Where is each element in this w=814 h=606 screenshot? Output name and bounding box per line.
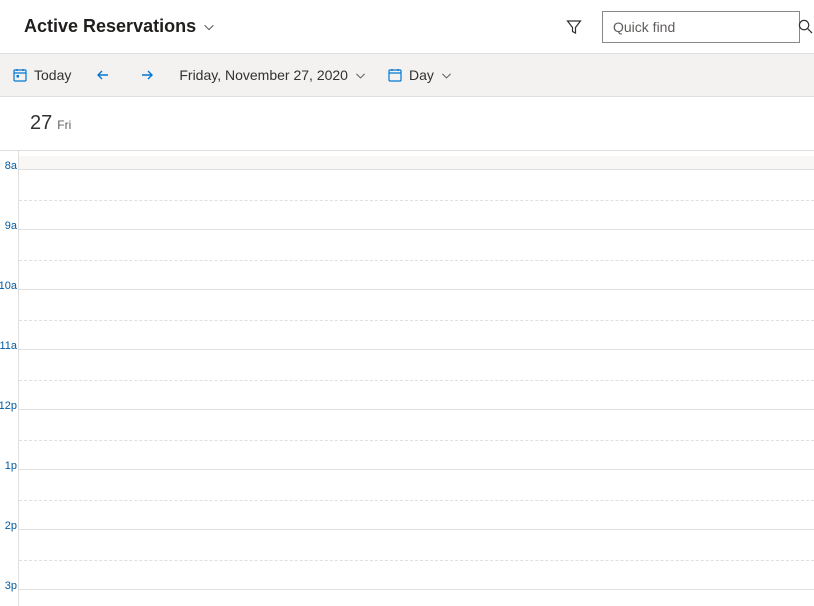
time-label: 2p [5, 520, 17, 532]
hour-row[interactable] [19, 156, 814, 169]
hour-row[interactable] [19, 349, 814, 409]
view-title: Active Reservations [24, 16, 196, 37]
search-input[interactable] [613, 19, 794, 35]
half-hour-line [19, 200, 814, 201]
day-header-row: 27 Fri [0, 97, 814, 151]
half-hour-line [19, 440, 814, 441]
next-button[interactable] [127, 61, 167, 89]
today-label: Today [34, 67, 71, 83]
half-hour-line [19, 560, 814, 561]
funnel-icon [566, 19, 582, 35]
filter-button[interactable] [560, 13, 588, 41]
view-title-dropdown[interactable]: Active Reservations [24, 16, 216, 37]
hour-row[interactable] [19, 469, 814, 529]
time-label: 8a [5, 160, 17, 172]
arrow-left-icon [95, 67, 111, 83]
calendar-toolbar: Today Friday, November 27, 2020 Day [0, 54, 814, 97]
prev-button[interactable] [83, 61, 123, 89]
hour-row[interactable] [19, 169, 814, 229]
half-hour-line [19, 320, 814, 321]
calendar-today-icon [12, 67, 28, 83]
half-hour-line [19, 260, 814, 261]
view-label: Day [409, 67, 434, 83]
time-label: 12p [0, 400, 17, 412]
arrow-right-icon [139, 67, 155, 83]
hour-row[interactable] [19, 229, 814, 289]
hour-row[interactable] [19, 289, 814, 349]
time-label: 3p [5, 580, 17, 592]
hour-row[interactable] [19, 589, 814, 606]
calendar-grid: 8a 9a 10a 11a 12p 1p 2p 3p [0, 151, 814, 606]
time-label: 9a [5, 220, 17, 232]
search-icon [798, 19, 813, 34]
day-column[interactable] [18, 151, 814, 606]
time-label: 10a [0, 280, 17, 292]
search-box[interactable] [602, 11, 800, 43]
current-date-label: Friday, November 27, 2020 [179, 67, 348, 83]
hour-row[interactable] [19, 529, 814, 589]
search-button[interactable] [794, 15, 814, 38]
time-gutter: 8a 9a 10a 11a 12p 1p 2p 3p [0, 151, 18, 606]
day-header[interactable]: 27 Fri [18, 97, 814, 150]
date-picker-button[interactable]: Friday, November 27, 2020 [171, 61, 375, 89]
half-hour-line [19, 500, 814, 501]
time-label: 1p [5, 460, 17, 472]
half-hour-line [19, 380, 814, 381]
today-button[interactable]: Today [4, 61, 79, 89]
day-weekday: Fri [57, 118, 71, 132]
hour-row[interactable] [19, 409, 814, 469]
view-picker-button[interactable]: Day [379, 61, 461, 89]
time-label: 11a [0, 340, 17, 352]
chevron-down-icon [202, 20, 216, 34]
day-number: 27 [30, 112, 52, 135]
view-header: Active Reservations [0, 0, 814, 54]
chevron-down-icon [354, 69, 367, 82]
calendar-icon [387, 67, 403, 83]
gutter-spacer [0, 97, 18, 150]
header-right [560, 11, 800, 43]
chevron-down-icon [440, 69, 453, 82]
